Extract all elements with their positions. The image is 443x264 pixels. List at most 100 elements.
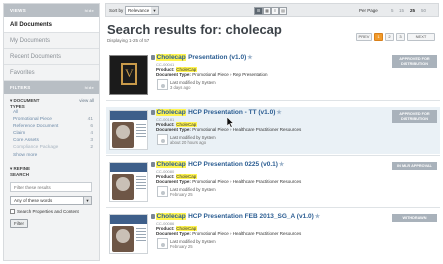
- doctype-value: Promotional Piece › Healthcare Practitio…: [192, 127, 302, 132]
- search-properties-checkbox[interactable]: [10, 209, 15, 214]
- sort-value: Relevance: [128, 8, 150, 13]
- facet-promotional-piece[interactable]: Promotional Piece 41: [4, 116, 99, 123]
- result-divider: [106, 100, 440, 101]
- thumbnail-text-lines: [136, 124, 146, 125]
- doctype-label: Document Type:: [156, 231, 191, 236]
- result-title-link[interactable]: Cholecap HCP Presentation - TT (v1.0)★: [156, 109, 282, 116]
- search-label: SEARCH: [10, 171, 30, 177]
- results-count: Displaying 1-25 of 57: [107, 38, 150, 43]
- sidebar-item-favorites[interactable]: Favorites: [4, 65, 99, 81]
- result-item[interactable]: V Cholecap Presentation (v1.0)★ CC-00041…: [106, 52, 440, 99]
- per-page-15[interactable]: 15: [399, 8, 404, 13]
- facet-count: 6: [90, 124, 93, 129]
- status-badge: WITHDRAWN: [392, 214, 437, 222]
- pager-prev[interactable]: PREV: [356, 33, 372, 41]
- document-type-icon: [151, 110, 155, 115]
- modified-time: about 20 hours ago: [170, 140, 207, 145]
- facet-count: 3: [90, 138, 93, 143]
- doctype-label: Document Type:: [156, 179, 191, 184]
- filters-hide-link[interactable]: hide: [85, 85, 94, 90]
- result-item[interactable]: Cholecap HCP Presentation FEB 2013_SG_A …: [106, 211, 440, 261]
- thumbnail-text-lines: [136, 228, 146, 229]
- per-page-25[interactable]: 25: [410, 8, 415, 13]
- modified-time: February 25: [170, 192, 193, 197]
- sidebar-item-all-documents[interactable]: All Documents: [4, 17, 99, 33]
- show-more-link[interactable]: Show more: [4, 151, 99, 158]
- result-title-link[interactable]: Cholecap HCP Presentation 0225 (v0.1)★: [156, 161, 284, 168]
- thumbnail-view-icon[interactable]: ▤: [279, 7, 287, 15]
- per-page-50[interactable]: 50: [421, 8, 426, 13]
- logo-mark-icon: V: [125, 66, 134, 80]
- doctype-field: Document Type: Promotional Piece › Rep P…: [156, 72, 267, 77]
- match-mode-value: Any of these words: [14, 198, 53, 203]
- doctype-value: Promotional Piece › Healthcare Practitio…: [192, 179, 302, 184]
- user-avatar-icon: [157, 186, 168, 197]
- thumbnail-face: [116, 229, 130, 243]
- document-type-icon: [151, 162, 155, 167]
- facet-reference-document[interactable]: Reference Document 6: [4, 123, 99, 130]
- refine-section-title[interactable]: ▾ REFINE SEARCH: [4, 158, 99, 177]
- doctype-value: Promotional Piece › Healthcare Practitio…: [192, 231, 302, 236]
- filter-results-input[interactable]: [10, 182, 92, 192]
- views-hide-link[interactable]: hide: [85, 8, 94, 13]
- document-thumbnail[interactable]: [109, 162, 148, 202]
- facet-count: 4: [90, 131, 93, 136]
- favorite-star-icon[interactable]: ★: [315, 214, 320, 220]
- facet-core-assets[interactable]: Core Assets 3: [4, 137, 99, 144]
- list-view-icon[interactable]: ≡: [271, 7, 279, 15]
- sidebar-item-my-documents[interactable]: My Documents: [4, 33, 99, 49]
- result-title-link[interactable]: Cholecap HCP Presentation FEB 2013_SG_A …: [156, 213, 320, 220]
- document-section-label: ▾ DOCUMENT: [10, 98, 40, 103]
- view-all-link[interactable]: view all: [79, 98, 94, 103]
- modified-time: February 25: [170, 244, 193, 249]
- facet-all[interactable]: All: [4, 109, 99, 116]
- status-badge: IN MLR APPROVAL: [392, 162, 437, 170]
- facet-claim[interactable]: Claim 4: [4, 130, 99, 137]
- document-thumbnail[interactable]: [109, 110, 148, 150]
- pager-page-1[interactable]: 1: [374, 33, 383, 41]
- user-avatar-icon: [157, 134, 168, 145]
- document-section-title[interactable]: ▾ DOCUMENT view all: [4, 94, 99, 104]
- per-page-5[interactable]: 5: [391, 8, 394, 13]
- thumbnail-face: [116, 177, 130, 191]
- grid-view-icon[interactable]: ▦: [263, 7, 271, 15]
- search-properties-option[interactable]: Search Properties and Content: [10, 209, 93, 214]
- result-item[interactable]: Cholecap HCP Presentation - TT (v1.0)★ C…: [106, 107, 440, 154]
- sidebar-item-recent-documents[interactable]: Recent Documents: [4, 49, 99, 65]
- mouse-cursor-icon: [227, 117, 235, 128]
- facet-label: Claim: [13, 131, 26, 136]
- facet-compliance-package[interactable]: Compliance Package 2: [4, 144, 99, 151]
- sort-select[interactable]: Relevance ▼: [125, 6, 159, 15]
- document-type-icon: [151, 214, 155, 219]
- facet-label: Promotional Piece: [13, 117, 52, 122]
- doctype-field: Document Type: Promotional Piece › Healt…: [156, 231, 301, 236]
- favorite-star-icon[interactable]: ★: [276, 110, 281, 116]
- detail-view-icon[interactable]: ☰: [254, 7, 263, 15]
- title-text: HCP Presentation 0225 (v0.1): [186, 161, 278, 168]
- views-header[interactable]: VIEWS hide: [4, 4, 99, 17]
- title-text: HCP Presentation - TT (v1.0): [186, 109, 276, 116]
- document-thumbnail[interactable]: [109, 214, 148, 254]
- title-highlight: Cholecap: [156, 213, 187, 220]
- views-header-label: VIEWS: [10, 8, 27, 13]
- pager-page-3[interactable]: 3: [396, 33, 405, 41]
- title-text: Presentation (v1.0): [186, 54, 247, 61]
- filters-header[interactable]: FILTERS hide: [4, 81, 99, 94]
- user-avatar-icon: [157, 79, 168, 90]
- filter-button[interactable]: Filter: [10, 219, 28, 228]
- document-thumbnail[interactable]: V: [109, 55, 148, 95]
- doctype-field: Document Type: Promotional Piece › Healt…: [156, 179, 301, 184]
- result-item[interactable]: Cholecap HCP Presentation 0225 (v0.1)★ C…: [106, 159, 440, 206]
- pager-page-2[interactable]: 2: [385, 33, 394, 41]
- sort-label: Sort by: [109, 8, 124, 13]
- title-highlight: Cholecap: [156, 109, 187, 116]
- pager-next[interactable]: NEXT: [407, 33, 435, 41]
- match-mode-select[interactable]: Any of these words ▼: [10, 196, 92, 205]
- page-title: Search results for: cholecap: [107, 22, 282, 37]
- favorite-star-icon[interactable]: ★: [279, 162, 284, 168]
- favorite-star-icon[interactable]: ★: [247, 55, 252, 61]
- facet-label: Reference Document: [13, 124, 59, 129]
- result-title-link[interactable]: Cholecap Presentation (v1.0)★: [156, 54, 253, 61]
- thumbnail-header: [110, 111, 147, 120]
- result-divider: [106, 155, 440, 156]
